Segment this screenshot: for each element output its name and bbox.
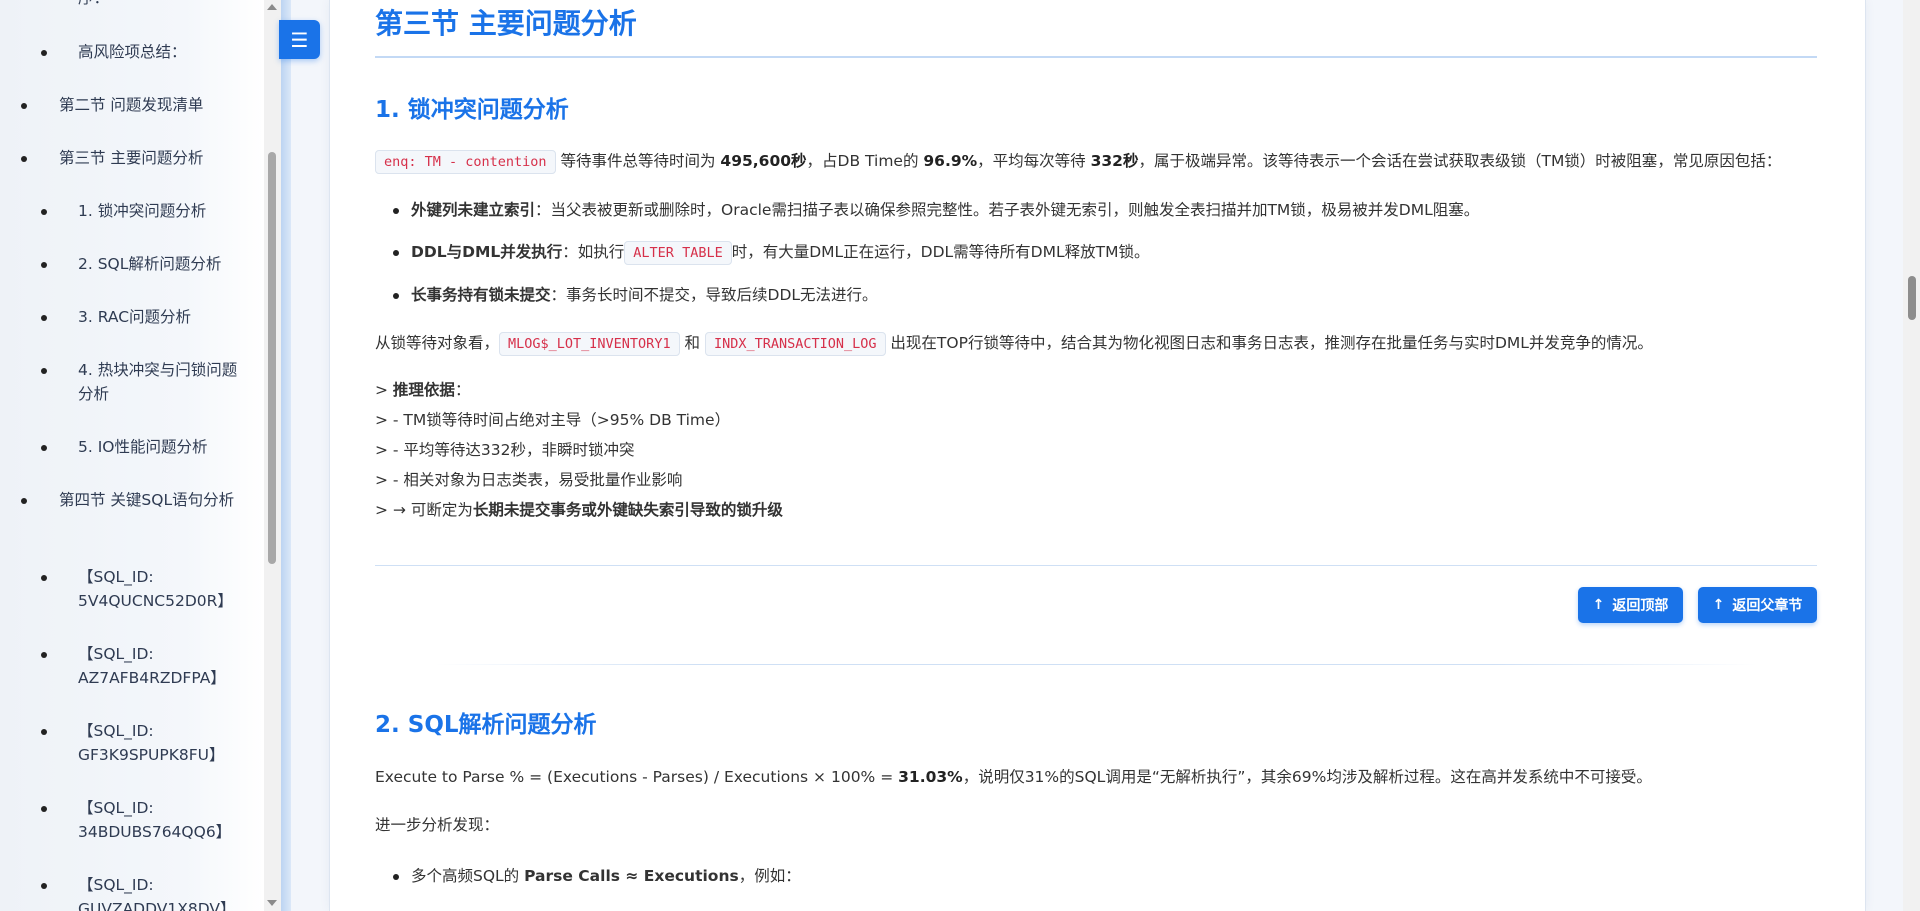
lock-objects-paragraph: 从锁等待对象看， MLOG$_LOT_INVENTORY1 和 INDX_TRAN… — [375, 331, 1820, 356]
reasoning-line: > - 相关对象为日志类表，易受批量作业影响 — [375, 471, 683, 489]
toc-item-section-4[interactable]: 第四节 关键SQL语句分析 — [21, 488, 239, 512]
toc-item-lock-conflict[interactable]: 1. 锁冲突问题分析 — [41, 199, 238, 223]
hamburger-icon: ☰ — [290, 27, 309, 52]
toc-item-sql-id-5[interactable]: 【SQL_ID: GUVZADDV1X8DV】 — [41, 873, 238, 911]
subsection-title-sql-parse: 2. SQL解析问题分析 — [375, 712, 597, 738]
divider — [375, 565, 1817, 566]
page-scrollbar-thumb[interactable] — [1908, 276, 1916, 320]
lock-intro-paragraph: enq: TM - contention 等待事件总等待时间为 495,600秒… — [375, 149, 1820, 174]
object-code-indx: INDX_TRANSACTION_LOG — [704, 332, 886, 356]
object-code-mlog: MLOG$_LOT_INVENTORY1 — [499, 332, 680, 356]
list-item: 长事务持有锁未提交：事务长时间不提交，导致后续DDL无法进行。 — [393, 283, 878, 307]
toc-item-section-3[interactable]: 第三节 主要问题分析 — [21, 146, 239, 170]
parse-formula-paragraph: Execute to Parse % = (Executions - Parse… — [375, 768, 1652, 786]
wait-event-code: enq: TM - contention — [375, 150, 556, 174]
reasoning-conclusion: > → 可断定为长期未提交事务或外键缺失索引导致的锁升级 — [375, 501, 783, 519]
arrow-up-icon: ↑ — [1592, 597, 1605, 613]
reasoning-line: > - 平均等待达332秒，非瞬时锁冲突 — [375, 441, 635, 459]
back-to-parent-button[interactable]: ↑ 返回父章节 — [1698, 587, 1817, 623]
further-analysis-text: 进一步分析发现： — [375, 816, 500, 834]
sidebar-divider — [281, 0, 291, 911]
toc-item-sql-parse[interactable]: 2. SQL解析问题分析 — [41, 252, 238, 276]
subsection-title-lock: 1. 锁冲突问题分析 — [375, 97, 569, 123]
sidebar-scrollbar-thumb[interactable] — [268, 152, 276, 564]
section-separator — [435, 664, 1757, 665]
toc-item-rac[interactable]: 3. RAC问题分析 — [41, 305, 238, 329]
toc-item-sql-id-2[interactable]: 【SQL_ID: AZ7AFB4RZDFPA】 — [41, 642, 238, 690]
back-to-top-button[interactable]: ↑ 返回顶部 — [1578, 587, 1683, 623]
sidebar-scroll-up-icon[interactable] — [267, 4, 277, 10]
toc-item-io[interactable]: 5. IO性能问题分析 — [41, 435, 238, 459]
reasoning-line: > - TM锁等待时间占绝对主导（>95% DB Time） — [375, 411, 731, 429]
list-item: DDL与DML并发执行：如执行 ALTER TABLE 时，有大量DML正在运行，D… — [392, 240, 1149, 265]
menu-toggle-button[interactable]: ☰ — [279, 20, 320, 59]
toc-item-section-2[interactable]: 第二节 问题发现清单 — [21, 93, 239, 117]
toc-item-sql-id-4[interactable]: 【SQL_ID: 34BDUBS764QQ6】 — [41, 796, 238, 844]
alter-table-code: ALTER TABLE — [624, 241, 732, 265]
sidebar-scroll-down-icon[interactable] — [267, 900, 277, 906]
sidebar-toc: 序： 高风险项总结： 第二节 问题发现清单 第三节 主要问题分析 1. 锁冲突问… — [0, 0, 264, 911]
reasoning-heading: > 推理依据： — [375, 381, 471, 399]
page-scrollbar-track[interactable] — [1903, 0, 1920, 911]
section-title: 第三节 主要问题分析 — [375, 4, 1817, 58]
list-item: 多个高频SQL的 Parse Calls ≈ Executions，例如： — [393, 864, 801, 888]
list-item: 外键列未建立索引：当父表被更新或删除时，Oracle需扫描子表以确保参照完整性。… — [392, 198, 1479, 222]
toc-item-sql-id-3[interactable]: 【SQL_ID: GF3K9SPUPK8FU】 — [41, 719, 238, 767]
toc-item-high-risk-summary[interactable]: 高风险项总结： — [41, 40, 238, 64]
toc-item-hot-block[interactable]: 4. 热块冲突与闩锁问题分析 — [41, 358, 238, 406]
toc-item-preface[interactable]: 序： — [78, 0, 238, 10]
arrow-up-icon: ↑ — [1712, 597, 1725, 613]
toc-item-sql-id-1[interactable]: 【SQL_ID: 5V4QUCNC52D0R】 — [41, 565, 238, 613]
